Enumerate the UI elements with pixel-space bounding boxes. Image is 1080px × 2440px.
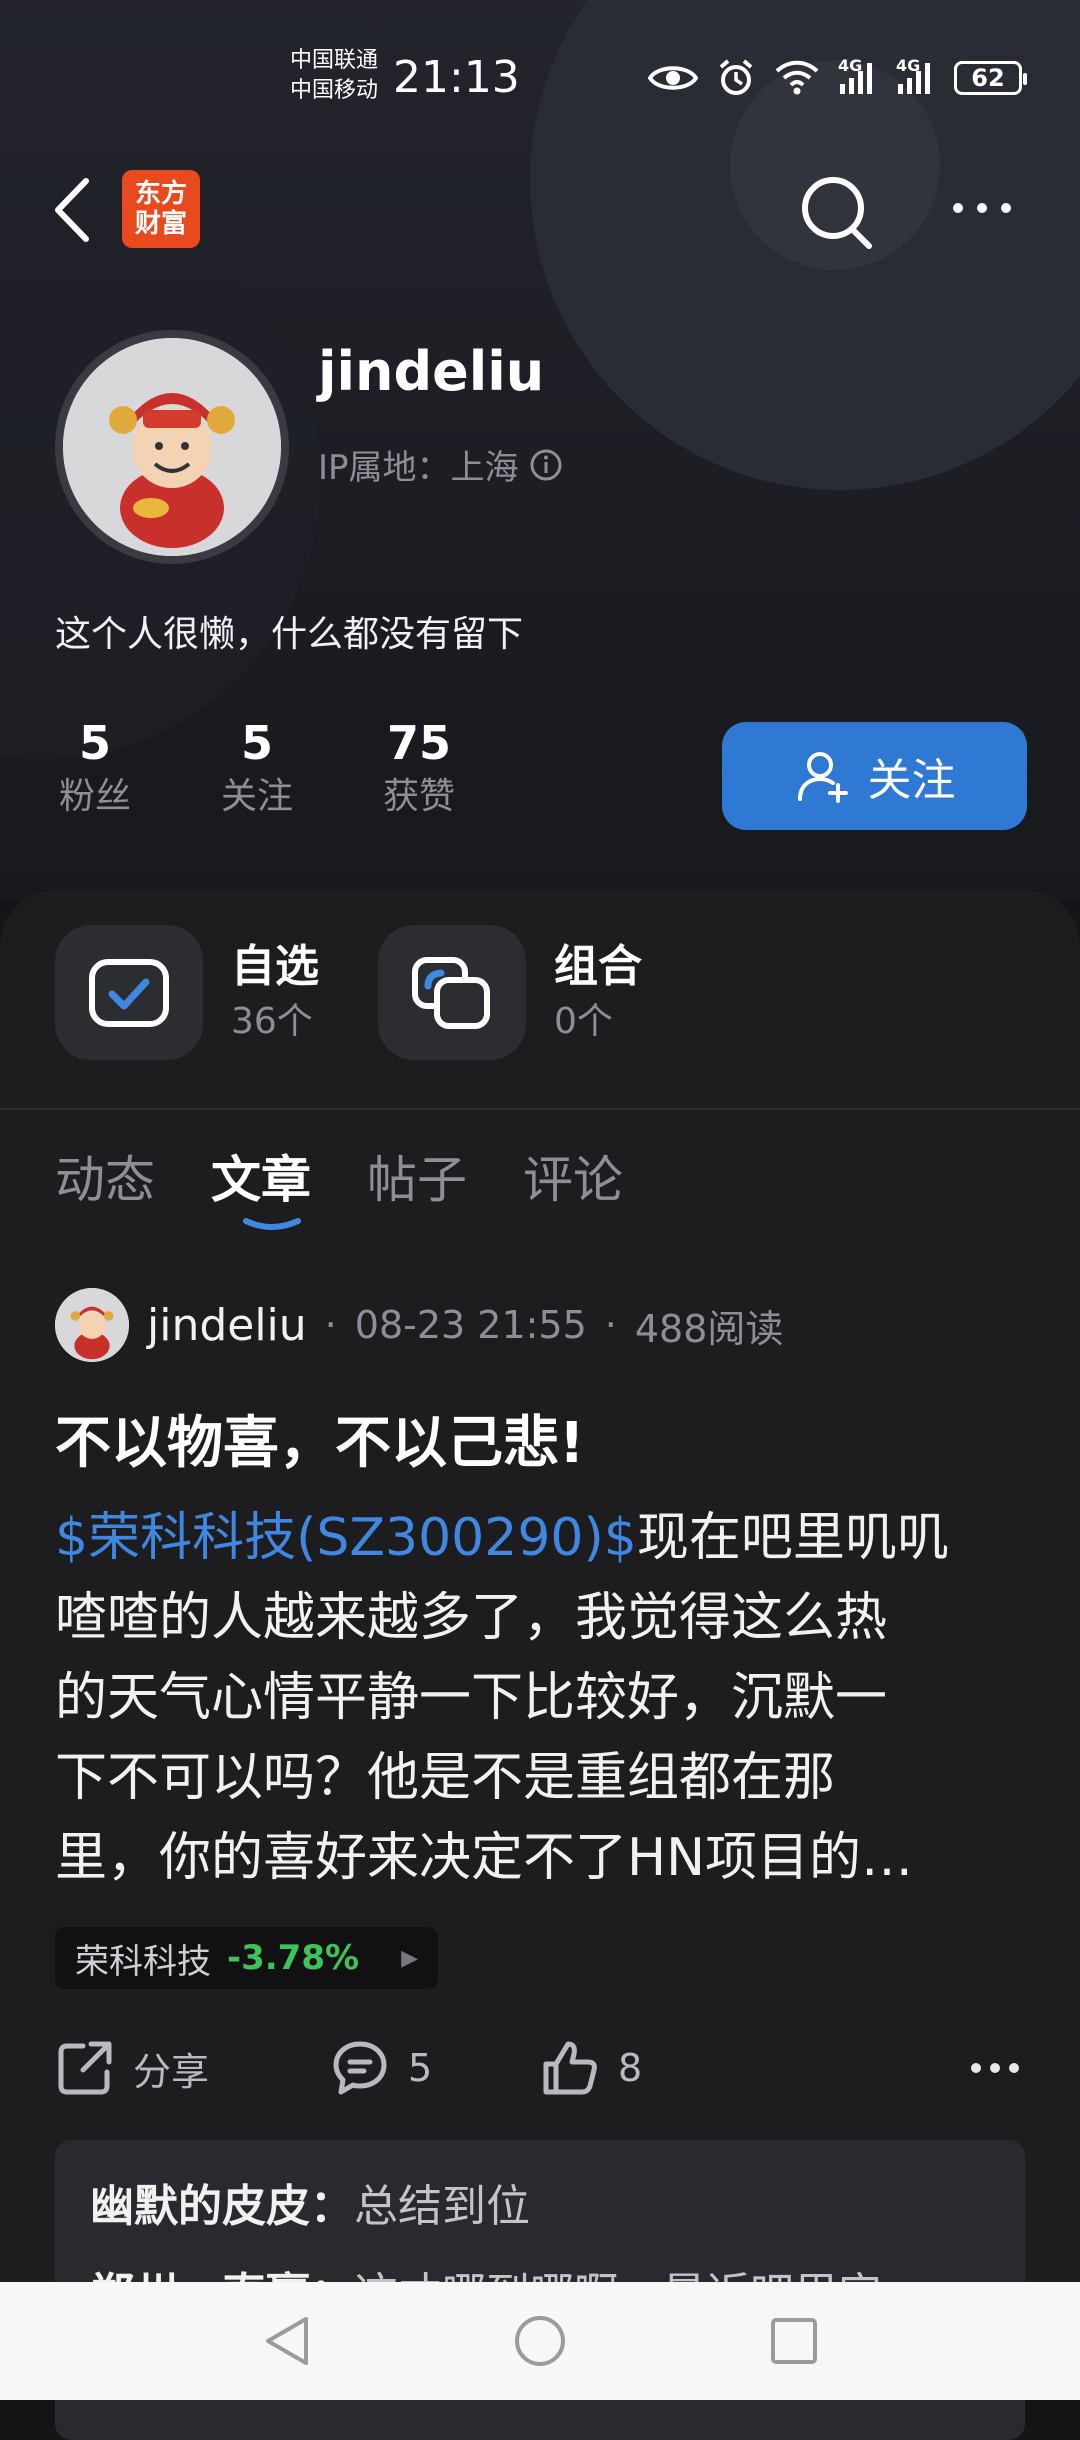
post-meta-separator: · — [324, 1303, 337, 1347]
post-time: 08-23 21:55 — [354, 1303, 587, 1347]
quick-link-count: 0个 — [554, 1000, 613, 1042]
portfolio-icon — [412, 956, 490, 1029]
follow-button[interactable]: 关注 — [722, 722, 1027, 830]
network-type-1: 4G — [838, 56, 863, 75]
tab-comments[interactable]: 评论 — [523, 1140, 623, 1212]
stat-label: 获赞 — [382, 776, 455, 817]
more-options-icon[interactable] — [950, 200, 1014, 216]
active-tab-indicator — [243, 1218, 301, 1230]
post-body-line: 的天气心情平静一下比较好，沉默一 — [55, 1668, 888, 1728]
like-count: 8 — [618, 2046, 643, 2090]
post-actions: 分享 5 8 — [55, 2038, 1025, 2098]
signal-1: 4G — [838, 56, 878, 96]
post-body-line: 下不可以吗？他是不是重组都在那 — [55, 1748, 836, 1808]
checkbox-icon — [89, 958, 169, 1027]
avatar[interactable] — [55, 330, 289, 564]
comment-button[interactable]: 5 — [330, 2038, 432, 2098]
comment-text: 总结到位 — [354, 2181, 530, 2232]
follow-label: 关注 — [867, 755, 956, 806]
quick-link-title: 组合 — [554, 940, 642, 992]
carrier-1: 中国联通 — [290, 48, 379, 73]
stock-name: 荣科科技 — [75, 1941, 211, 1982]
stat-label: 关注 — [220, 776, 293, 817]
eye-icon — [648, 66, 698, 90]
profile-tabs: 动态 文章 帖子 评论 — [55, 1140, 623, 1212]
stat-followers[interactable]: 5 粉丝 — [30, 715, 160, 823]
network-type-2: 4G — [896, 56, 921, 75]
post-author[interactable]: jindeliu — [147, 1300, 307, 1351]
portfolio-tile — [378, 925, 526, 1060]
stat-number: 75 — [386, 716, 451, 770]
brand-logo[interactable]: 东方 财富 — [122, 170, 200, 248]
section-divider — [0, 1108, 1080, 1110]
avatar-image — [55, 1288, 129, 1362]
stat-label: 粉丝 — [58, 776, 131, 817]
ip-location-text: IP属地：上海 — [318, 448, 519, 488]
carrier-2: 中国移动 — [290, 78, 379, 103]
add-user-icon — [797, 752, 848, 803]
comment-author: 幽默的皮皮 — [90, 2181, 310, 2232]
profile-bio: 这个人很懒，什么都没有留下 — [55, 614, 524, 655]
share-icon — [58, 2041, 112, 2095]
quick-link-watchlist[interactable]: 自选 36个 — [55, 925, 319, 1060]
play-arrow-icon: ▶ — [401, 1945, 418, 1971]
wifi-icon — [775, 60, 819, 95]
post-body-line: 喳喳的人越来越多了，我觉得这么热 — [55, 1588, 888, 1648]
share-button[interactable]: 分享 — [55, 2038, 209, 2098]
alarm-icon — [719, 59, 753, 95]
tab-activity[interactable]: 动态 — [55, 1140, 155, 1212]
post-author-avatar[interactable] — [55, 1288, 129, 1362]
quick-link-title: 自选 — [231, 940, 319, 992]
battery-level: 62 — [971, 64, 1005, 92]
stat-likes[interactable]: 75 获赞 — [354, 715, 484, 823]
nav-home-icon[interactable] — [512, 2313, 568, 2369]
post-body[interactable]: $荣科科技(SZ300290)$现在吧里叽叽 喳喳的人越来越多了，我觉得这么热 … — [55, 1498, 1015, 1898]
clock: 21:13 — [393, 52, 520, 103]
nav-recents-icon[interactable] — [768, 2315, 820, 2367]
stock-change: -3.78% — [227, 1938, 360, 1978]
post-more-icon[interactable] — [970, 2062, 1020, 2074]
brand-line-2: 财富 — [134, 209, 187, 239]
ip-location: IP属地：上海 — [318, 440, 563, 489]
stock-ticker-link[interactable]: $荣科科技(SZ300290)$ — [55, 1508, 637, 1568]
back-arrow-icon[interactable] — [50, 175, 94, 245]
quick-link-portfolio[interactable]: 组合 0个 — [378, 925, 642, 1060]
profile-username: jindeliu — [318, 340, 545, 403]
info-icon[interactable] — [529, 448, 563, 482]
post-reads: 488阅读 — [634, 1306, 784, 1351]
system-nav-bar — [0, 2282, 1080, 2400]
post-meta-separator: · — [604, 1303, 617, 1347]
stat-number: 5 — [240, 716, 273, 770]
stat-number: 5 — [78, 716, 111, 770]
status-bar: 中国联通 中国移动 21:13 4G 4G 62 — [0, 0, 1080, 150]
post-header: jindeliu · 08-23 21:55 · 488阅读 — [55, 1288, 783, 1362]
status-icons: 4G 4G 62 — [648, 56, 1027, 98]
comment-separator: ： — [310, 2181, 354, 2232]
post-title[interactable]: 不以物喜，不以己悲! — [55, 1398, 585, 1479]
battery-icon: 62 — [954, 61, 1027, 95]
comment-count: 5 — [408, 2046, 433, 2090]
carrier-labels: 中国联通 中国移动 — [290, 46, 378, 106]
tab-articles[interactable]: 文章 — [211, 1140, 311, 1212]
avatar-image — [63, 338, 281, 556]
comment-preview-item: 幽默的皮皮：总结到位 — [90, 2170, 530, 2234]
quick-link-count: 36个 — [231, 1000, 313, 1042]
comment-icon — [333, 2041, 387, 2095]
thumbs-up-icon — [543, 2041, 597, 2095]
brand-line-1: 东方 — [134, 179, 187, 209]
post-body-line: 现在吧里叽叽 — [636, 1508, 949, 1568]
watchlist-tile — [55, 925, 203, 1060]
stock-chip[interactable]: 荣科科技 -3.78% ▶ — [55, 1927, 438, 1989]
tab-posts[interactable]: 帖子 — [367, 1140, 467, 1212]
stat-following[interactable]: 5 关注 — [192, 715, 322, 823]
post-body-line: 里，你的喜好来决定不了HN项目的… — [55, 1828, 914, 1888]
search-icon[interactable] — [795, 170, 879, 254]
share-label: 分享 — [133, 2049, 210, 2094]
like-button[interactable]: 8 — [540, 2038, 642, 2098]
signal-2: 4G — [896, 56, 936, 96]
nav-back-icon[interactable] — [260, 2313, 312, 2369]
